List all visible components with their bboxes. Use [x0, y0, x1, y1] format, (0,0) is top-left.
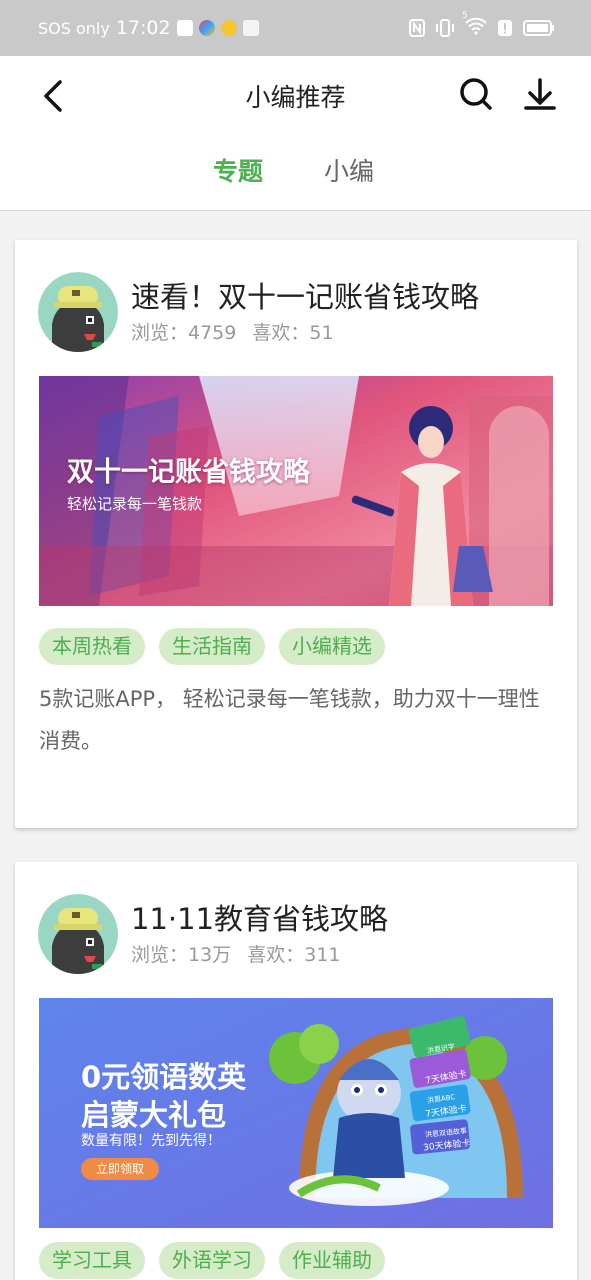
banner-claim-button[interactable]: 立即领取 — [81, 1158, 159, 1180]
wifi-signal-label: 5 — [462, 11, 468, 21]
status-left: SOS only 17:02 — [38, 17, 259, 39]
view-count: 浏览：13万 — [131, 944, 232, 966]
tag-list: 学习工具 外语学习 作业辅助 — [39, 1242, 385, 1279]
tag-chip[interactable]: 本周热看 — [39, 628, 145, 665]
mail-icon — [176, 20, 193, 36]
book-icon — [242, 20, 259, 36]
tag-chip[interactable]: 外语学习 — [159, 1242, 265, 1279]
like-count: 喜欢：311 — [247, 944, 341, 966]
page-title: 小编推荐 — [245, 83, 346, 112]
card-title[interactable]: 速看！双十一记账省钱攻略 — [131, 274, 479, 316]
topic-card[interactable]: 速看！双十一记账省钱攻略 浏览：4759 喜欢：51 双十一记账省钱攻略 轻松记… — [15, 240, 577, 828]
search-icon — [460, 78, 492, 110]
tag-chip[interactable]: 学习工具 — [39, 1242, 145, 1279]
tab-editors[interactable]: 小编 — [324, 152, 374, 188]
card-banner-image[interactable]: 0元领语数英 启蒙大礼包 数量有限！先到先得！ 立即领取 洪恩识字 7天体验卡 … — [39, 998, 553, 1228]
card-banner-image[interactable]: 双十一记账省钱攻略 轻松记录每一笔钱款 — [39, 376, 553, 606]
status-right: 5 — [409, 11, 555, 39]
banner-title-line2: 启蒙大礼包 — [81, 1098, 227, 1132]
card-meta: 浏览：13万 喜欢：311 — [131, 940, 351, 967]
app-icon — [198, 20, 215, 36]
card-meta: 浏览：4759 喜欢：51 — [131, 318, 344, 345]
avatar — [38, 272, 118, 352]
card-title[interactable]: 11·11教育省钱攻略 — [131, 896, 388, 938]
banner-title-line1: 0元领语数英 — [81, 1060, 247, 1094]
like-count: 喜欢：51 — [252, 322, 334, 344]
tag-chip[interactable]: 小编精选 — [279, 628, 385, 665]
nfc-icon — [409, 19, 425, 37]
avatar — [38, 894, 118, 974]
card-description: 5款记账APP， 轻松记录每一笔钱款，助力双十一理性消费。 — [39, 687, 540, 753]
banner-subtitle: 轻松记录每一笔钱款 — [67, 495, 203, 513]
topic-card[interactable]: 11·11教育省钱攻略 浏览：13万 喜欢：311 0元领语数英 启蒙大礼包 数… — [15, 862, 577, 1280]
wifi-icon — [465, 17, 487, 35]
search-button[interactable] — [458, 74, 494, 114]
tag-list: 本周热看 生活指南 小编精选 — [39, 628, 385, 665]
tab-bar: 专题 小编 — [0, 152, 591, 192]
download-button[interactable] — [522, 74, 558, 114]
tab-topics[interactable]: 专题 — [213, 152, 263, 188]
tag-chip[interactable]: 作业辅助 — [279, 1242, 385, 1279]
view-count: 浏览：4759 — [131, 322, 237, 344]
alert-icon — [498, 20, 512, 36]
download-icon — [524, 78, 556, 110]
emoji-app-icon — [220, 20, 237, 36]
top-app-bar: 小编推荐 专题 小编 — [0, 56, 591, 211]
status-bar: SOS only 17:02 5 — [0, 0, 591, 56]
status-time: 17:02 — [115, 17, 171, 39]
vibrate-icon — [436, 19, 454, 37]
banner-title: 双十一记账省钱攻略 — [67, 457, 310, 488]
tag-chip[interactable]: 生活指南 — [159, 628, 265, 665]
battery-icon — [523, 20, 554, 36]
banner-subtitle: 数量有限！先到先得！ — [81, 1133, 221, 1149]
carrier-label: SOS only — [38, 18, 110, 38]
